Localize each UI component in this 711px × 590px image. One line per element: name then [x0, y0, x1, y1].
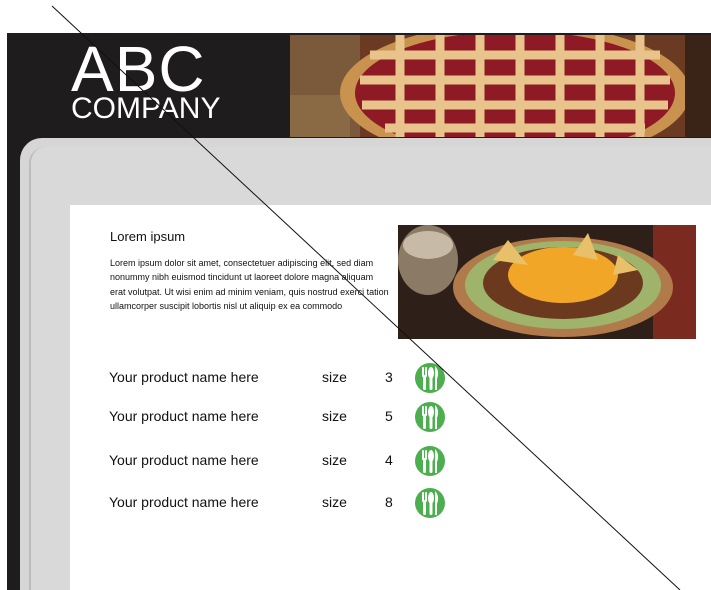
intro-heading: Lorem ipsum	[110, 229, 186, 244]
company-logo: ABC COMPANY	[7, 33, 285, 143]
product-size-value: 8	[385, 494, 393, 510]
taco-pie-illustration	[398, 225, 696, 339]
intro-paragraph: Lorem ipsum dolor sit amet, consectetuer…	[110, 258, 389, 311]
product-row: Your product name here size 5	[109, 402, 469, 434]
product-size-value: 3	[385, 369, 393, 385]
logo-company-text: COMPANY	[71, 92, 221, 125]
product-size-value: 5	[385, 408, 393, 424]
product-name: Your product name here	[109, 408, 259, 424]
utensils-icon	[415, 446, 445, 476]
product-row: Your product name here size 8	[109, 488, 469, 520]
taco-pie-photo	[398, 225, 696, 339]
pie-illustration	[290, 35, 711, 137]
product-name: Your product name here	[109, 494, 259, 510]
product-size-label: size	[322, 408, 347, 424]
product-row: Your product name here size 4	[109, 446, 469, 478]
product-size-label: size	[322, 494, 347, 510]
header-pie-photo	[290, 35, 711, 137]
utensils-icon	[415, 488, 445, 518]
product-size-label: size	[322, 369, 347, 385]
product-name: Your product name here	[109, 369, 259, 385]
product-name: Your product name here	[109, 452, 259, 468]
product-size-value: 4	[385, 452, 393, 468]
utensils-icon	[415, 402, 445, 432]
utensils-icon	[415, 363, 445, 393]
product-row: Your product name here size 3	[109, 363, 469, 395]
product-size-label: size	[322, 452, 347, 468]
